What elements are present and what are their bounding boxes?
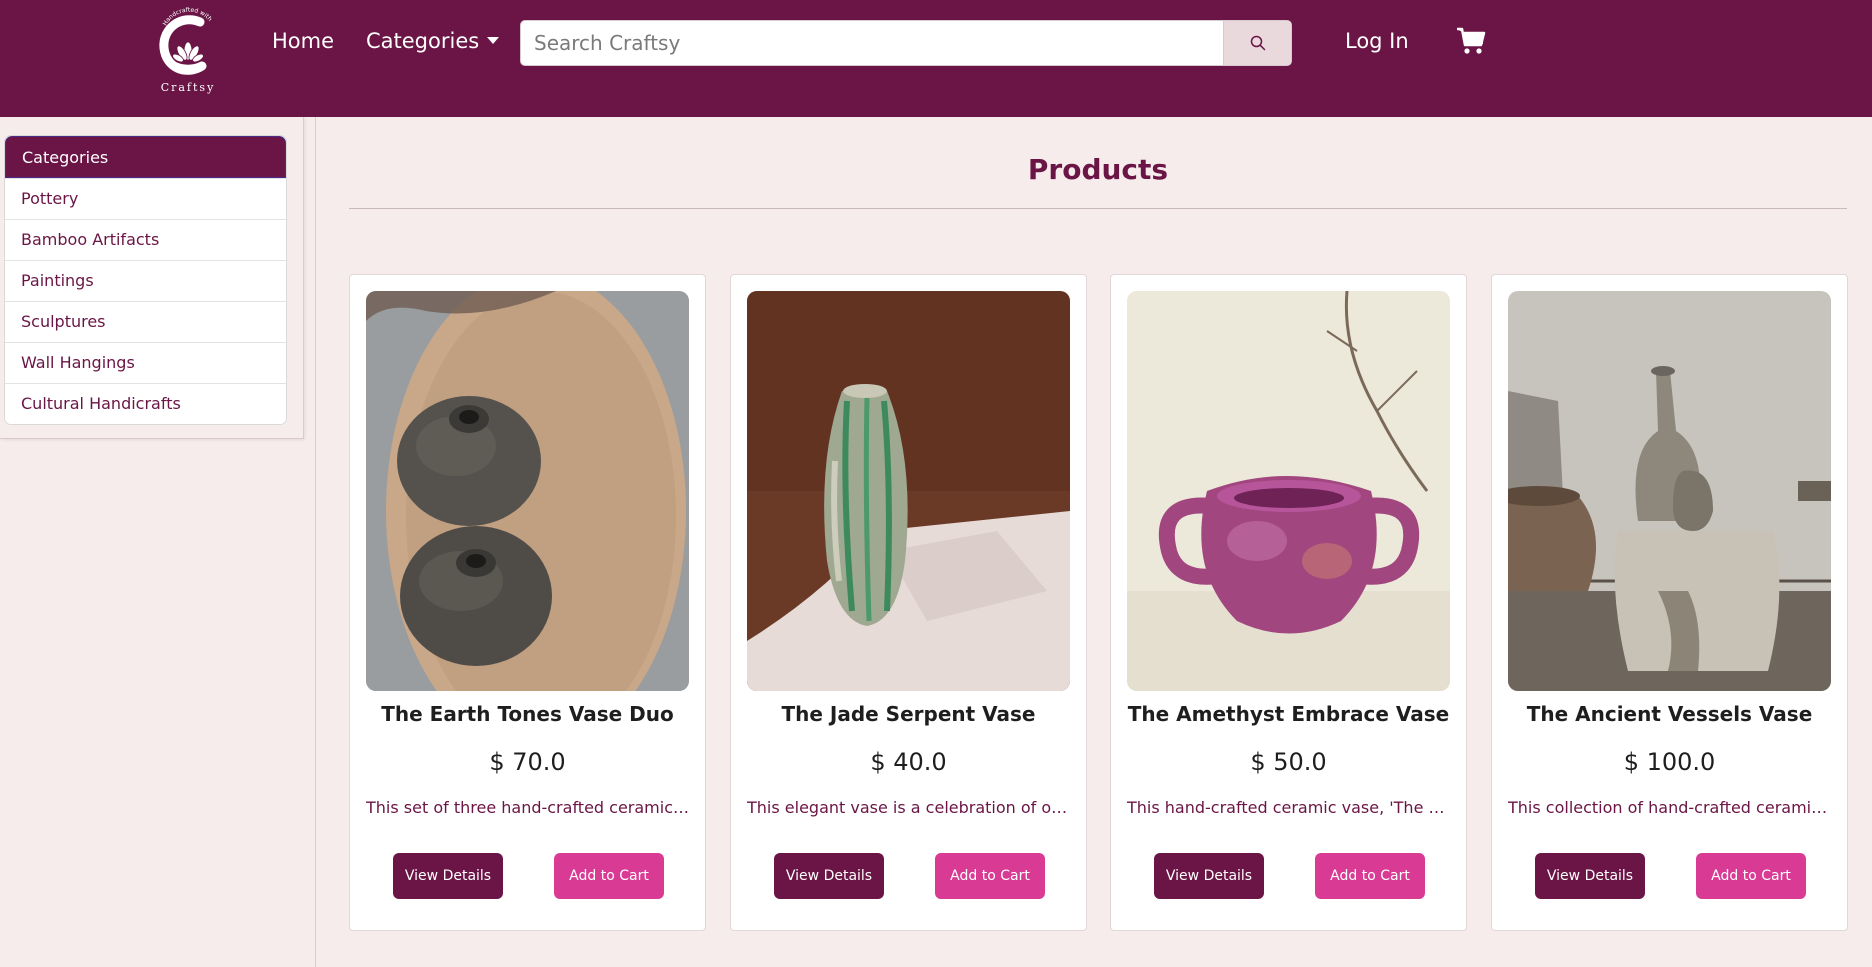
sidebar-item-paintings[interactable]: Paintings <box>5 260 286 301</box>
add-to-cart-button[interactable]: Add to Cart <box>554 853 664 899</box>
product-image[interactable] <box>1508 291 1831 691</box>
sidebar-item-wall-hangings[interactable]: Wall Hangings <box>5 342 286 383</box>
product-description: This set of three hand-crafted ceramic v… <box>366 798 689 817</box>
login-link[interactable]: Log In <box>1345 29 1409 53</box>
craftsy-logo[interactable]: Handcrafted with Love Craftsy <box>146 1 228 98</box>
sidebar-item-bamboo-artifacts[interactable]: Bamboo Artifacts <box>5 219 286 260</box>
sidebar-item-cultural-handicrafts[interactable]: Cultural Handicrafts <box>5 383 286 424</box>
nav-categories-label: Categories <box>366 29 480 53</box>
view-details-button[interactable]: View Details <box>1535 853 1645 899</box>
caret-down-icon <box>487 36 500 44</box>
add-to-cart-button[interactable]: Add to Cart <box>935 853 1045 899</box>
navbar: Handcrafted with Love Craftsy Home Categ… <box>0 0 1872 117</box>
product-image[interactable] <box>366 291 689 691</box>
product-price: $ 70.0 <box>489 748 566 776</box>
sidebar-item-sculptures[interactable]: Sculptures <box>5 301 286 342</box>
add-to-cart-button[interactable]: Add to Cart <box>1315 853 1425 899</box>
search-bar <box>520 20 1292 66</box>
product-card: The Jade Serpent Vase $ 40.0 This elegan… <box>730 274 1087 931</box>
nav-categories-dropdown[interactable]: Categories <box>366 29 500 53</box>
product-card: The Ancient Vessels Vase $ 100.0 This co… <box>1491 274 1848 931</box>
product-name[interactable]: The Ancient Vessels Vase <box>1492 702 1847 726</box>
sidebar-divider <box>315 117 316 967</box>
product-card: The Earth Tones Vase Duo $ 70.0 This set… <box>349 274 706 931</box>
page-title: Products <box>1027 153 1169 186</box>
svg-text:Craftsy: Craftsy <box>161 81 216 94</box>
product-description: This collection of hand-crafted ceramic … <box>1508 798 1831 817</box>
sidebar-item-pottery[interactable]: Pottery <box>5 178 286 219</box>
view-details-button[interactable]: View Details <box>1154 853 1264 899</box>
product-image[interactable] <box>1127 291 1450 691</box>
add-to-cart-button[interactable]: Add to Cart <box>1696 853 1806 899</box>
search-icon <box>1250 35 1265 51</box>
product-description: This hand-crafted ceramic vase, 'The Am.… <box>1127 798 1450 817</box>
product-name[interactable]: The Jade Serpent Vase <box>731 702 1086 726</box>
search-button[interactable] <box>1223 21 1291 65</box>
title-divider <box>349 208 1847 209</box>
product-image[interactable] <box>747 291 1070 691</box>
sidebar: Categories Pottery Bamboo Artifacts Pain… <box>0 117 304 439</box>
product-description: This elegant vase is a celebration of or… <box>747 798 1070 817</box>
search-input[interactable] <box>521 21 1221 65</box>
view-details-button[interactable]: View Details <box>774 853 884 899</box>
product-price: $ 100.0 <box>1623 748 1716 776</box>
product-name[interactable]: The Earth Tones Vase Duo <box>350 702 705 726</box>
nav-home-link[interactable]: Home <box>272 29 334 53</box>
product-price: $ 50.0 <box>1250 748 1327 776</box>
product-card: The Amethyst Embrace Vase $ 50.0 This ha… <box>1110 274 1467 931</box>
view-details-button[interactable]: View Details <box>393 853 503 899</box>
category-list-header: Categories <box>5 136 286 178</box>
product-price: $ 40.0 <box>870 748 947 776</box>
product-name[interactable]: The Amethyst Embrace Vase <box>1111 702 1466 726</box>
shopping-cart-icon[interactable] <box>1456 26 1486 56</box>
category-list: Categories Pottery Bamboo Artifacts Pain… <box>4 135 287 425</box>
